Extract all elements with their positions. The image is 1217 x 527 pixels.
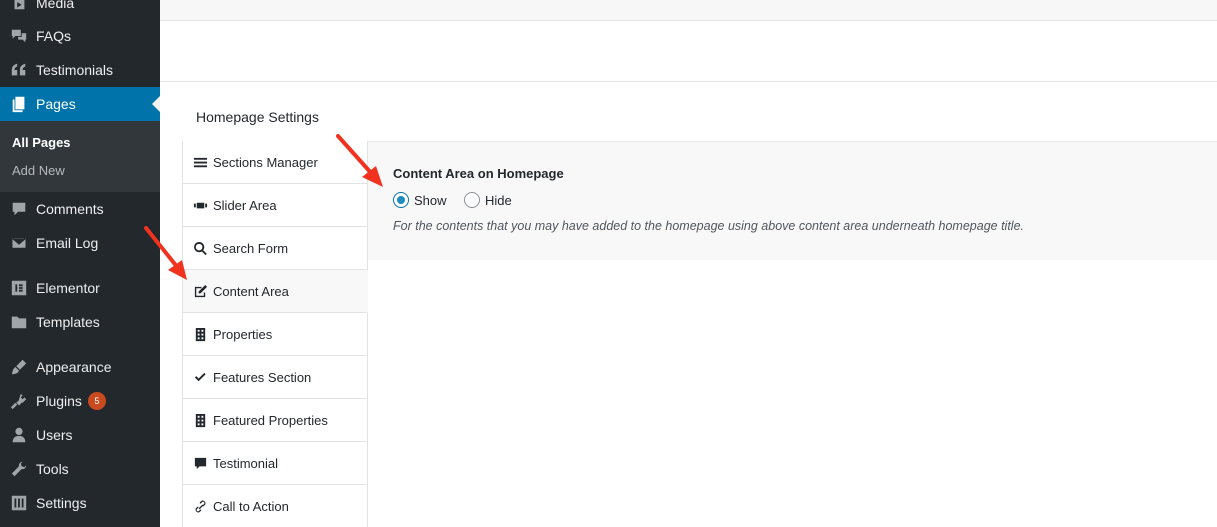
sidebar-item-faqs[interactable]: FAQs <box>0 19 160 53</box>
quote-icon <box>0 61 36 79</box>
checkmark-icon <box>193 370 213 385</box>
search-icon <box>193 241 213 256</box>
building-icon <box>193 413 213 428</box>
tab-label: Call to Action <box>213 498 289 514</box>
tab-label: Testimonial <box>213 455 279 471</box>
radio-hide[interactable]: Hide <box>464 192 512 208</box>
radio-button[interactable] <box>464 192 480 208</box>
tab-label: Sections Manager <box>213 154 318 170</box>
media-icon <box>0 0 36 12</box>
pages-submenu: All Pages Add New <box>0 121 160 192</box>
sidebar-item-pages[interactable]: Pages <box>0 87 160 121</box>
sidebar-item-media[interactable]: Media <box>0 0 160 20</box>
wrench-icon <box>0 460 36 478</box>
tab-featured-properties[interactable]: Featured Properties <box>183 399 367 442</box>
brush-icon <box>0 358 36 376</box>
section-heading: Content Area on Homepage <box>393 166 564 181</box>
settings-tabs: Sections Manager Slider Area Search Form… <box>182 141 368 527</box>
pages-icon <box>0 95 36 113</box>
sidebar-item-label: Tools <box>36 461 69 477</box>
sidebar-item-testimonials[interactable]: Testimonials <box>0 53 160 87</box>
chat-bubbles-icon <box>0 27 36 45</box>
user-icon <box>0 426 36 444</box>
email-icon <box>0 234 36 252</box>
sidebar-item-label: Email Log <box>36 235 99 251</box>
sidebar-item-plugins[interactable]: Plugins 5 <box>0 384 160 418</box>
submenu-all-pages[interactable]: All Pages <box>12 135 71 150</box>
annotation-arrow-icon <box>144 226 187 280</box>
radio-label: Show <box>414 192 447 208</box>
sidebar-item-templates[interactable]: Templates <box>0 305 160 339</box>
tab-features-section[interactable]: Features Section <box>183 356 367 399</box>
link-icon <box>193 499 213 514</box>
sidebar-item-elementor[interactable]: Elementor <box>0 271 160 305</box>
sidebar-item-label: Settings <box>36 495 87 511</box>
divider <box>160 81 1217 82</box>
admin-sidebar: Media FAQs Testimonials Pages All Pages … <box>0 0 160 527</box>
edit-icon <box>193 284 213 299</box>
tab-properties[interactable]: Properties <box>183 313 367 356</box>
plugins-update-badge: 5 <box>87 392 106 410</box>
folder-icon <box>0 313 36 331</box>
comment-icon <box>193 456 213 471</box>
sidebar-item-label: Comments <box>36 201 104 217</box>
sidebar-item-label: Appearance <box>36 359 112 375</box>
plug-icon <box>0 392 36 410</box>
tab-search-form[interactable]: Search Form <box>183 227 367 270</box>
tab-call-to-action[interactable]: Call to Action <box>183 485 367 527</box>
sidebar-item-email-log[interactable]: Email Log <box>0 226 160 260</box>
tab-testimonial[interactable]: Testimonial <box>183 442 367 485</box>
radio-label: Hide <box>485 192 512 208</box>
submenu-add-new[interactable]: Add New <box>12 163 65 178</box>
annotation-arrow-icon <box>336 134 383 187</box>
slider-icon <box>193 198 213 213</box>
sidebar-item-tools[interactable]: Tools <box>0 452 160 486</box>
tab-label: Search Form <box>213 240 289 256</box>
tab-label: Properties <box>213 326 273 342</box>
tab-label: Featured Properties <box>213 412 328 428</box>
help-text: For the contents that you may have added… <box>393 219 1024 233</box>
tab-label: Content Area <box>213 283 289 299</box>
content-area-settings: Content Area on Homepage Show Hide For t… <box>368 142 1217 260</box>
sidebar-item-label: Media <box>36 0 75 11</box>
sidebar-item-settings[interactable]: Settings <box>0 486 160 520</box>
settings-sliders-icon <box>0 494 36 512</box>
sidebar-item-label: Elementor <box>36 280 100 296</box>
sidebar-item-label: FAQs <box>36 28 72 44</box>
elementor-icon <box>0 279 36 297</box>
menu-lines-icon <box>193 155 213 170</box>
sidebar-item-label: Users <box>36 427 73 443</box>
sidebar-item-label: Testimonials <box>36 62 114 78</box>
comment-icon <box>0 200 36 218</box>
tab-label: Features Section <box>213 369 312 385</box>
tab-label: Slider Area <box>213 197 277 213</box>
panel-title: Homepage Settings <box>196 109 319 125</box>
radio-show[interactable]: Show <box>393 192 447 208</box>
radio-button[interactable] <box>393 192 409 208</box>
sidebar-item-label: Plugins <box>36 393 82 409</box>
sidebar-item-label: Templates <box>36 314 100 330</box>
sidebar-item-comments[interactable]: Comments <box>0 192 160 226</box>
sidebar-item-label: Pages <box>36 96 76 112</box>
top-toolbar-strip <box>160 0 1217 21</box>
sidebar-item-users[interactable]: Users <box>0 418 160 452</box>
tab-content-area[interactable]: Content Area <box>183 270 368 313</box>
sidebar-item-appearance[interactable]: Appearance <box>0 350 160 384</box>
building-icon <box>193 327 213 342</box>
